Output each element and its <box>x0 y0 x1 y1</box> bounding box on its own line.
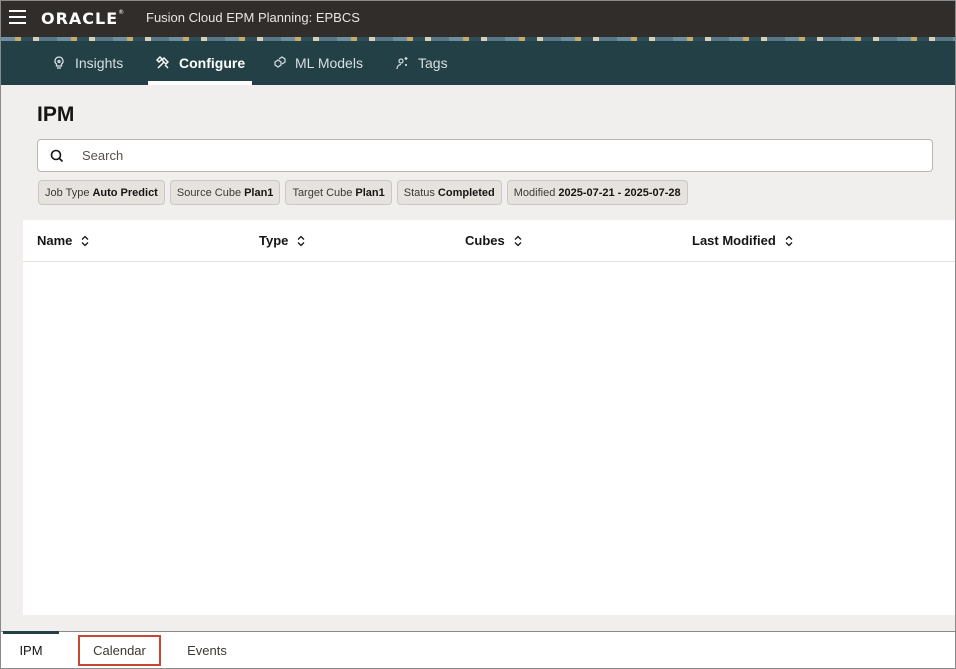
bottom-tab-bar: IPM Calendar Events <box>1 631 955 668</box>
main-nav: Insights Configure ML Models Tags <box>1 41 955 85</box>
filter-chip-source-cube[interactable]: Source Cube Plan1 <box>169 180 281 205</box>
column-label: Cubes <box>465 233 505 248</box>
chip-value: 2025-07-21 - 2025-07-28 <box>558 186 681 199</box>
chip-value: Completed <box>437 186 495 199</box>
bottom-tab-calendar[interactable]: Calendar <box>78 635 161 666</box>
chip-key: Status <box>403 186 435 199</box>
results-table: Name Type Cubes Last Modified <box>23 220 955 615</box>
tab-configure[interactable]: Configure <box>148 41 253 85</box>
column-label: Type <box>259 233 289 248</box>
filter-chip-modified[interactable]: Modified 2025-07-21 - 2025-07-28 <box>506 180 688 205</box>
chip-key: Target Cube <box>292 186 353 199</box>
column-header-cubes[interactable]: Cubes <box>465 233 523 248</box>
tab-label: ML Models <box>295 55 363 71</box>
tab-label: Events <box>187 643 227 658</box>
chip-value: Plan1 <box>244 186 274 199</box>
chip-value: Plan1 <box>355 186 385 199</box>
filter-chips: Job Type Auto Predict Source Cube Plan1 … <box>38 180 688 205</box>
tab-tags[interactable]: Tags <box>394 41 448 85</box>
sort-icon <box>297 235 305 246</box>
chip-value: Auto Predict <box>92 186 158 199</box>
search-input[interactable] <box>82 140 922 171</box>
footer-gutter <box>1 615 955 631</box>
sparkle-person-icon <box>396 57 408 70</box>
table-header: Name Type Cubes Last Modified <box>23 220 955 262</box>
sort-icon <box>81 235 89 246</box>
tab-label: Configure <box>179 55 246 71</box>
tab-label: IPM <box>19 643 43 658</box>
search-box[interactable] <box>37 139 933 172</box>
page-title: IPM <box>37 103 75 126</box>
filter-chip-status[interactable]: Status Completed <box>396 180 502 205</box>
filter-chip-job-type[interactable]: Job Type Auto Predict <box>38 180 165 205</box>
app-window: ORACLE® Fusion Cloud EPM Planning: EPBCS… <box>0 0 956 669</box>
tab-insights[interactable]: Insights <box>51 41 123 85</box>
column-header-name[interactable]: Name <box>37 233 90 248</box>
tab-ml-models[interactable]: ML Models <box>271 41 363 85</box>
tab-label: Insights <box>75 55 124 71</box>
tools-icon <box>156 56 169 69</box>
bottom-tab-events[interactable]: Events <box>179 632 235 668</box>
tab-label: Tags <box>418 55 448 71</box>
chip-key: Modified <box>513 186 556 199</box>
column-header-last-modified[interactable]: Last Modified <box>692 233 794 248</box>
cubes-icon <box>274 56 286 68</box>
sort-icon <box>514 235 522 246</box>
hamburger-menu-icon[interactable] <box>9 10 26 24</box>
left-gutter <box>1 220 23 615</box>
column-label: Last Modified <box>692 233 776 248</box>
app-title: Fusion Cloud EPM Planning: EPBCS <box>146 10 360 25</box>
bottom-tab-ipm[interactable]: IPM <box>3 631 59 668</box>
search-icon <box>50 149 64 163</box>
oracle-logo[interactable]: ORACLE® <box>41 9 125 28</box>
top-bar: ORACLE® Fusion Cloud EPM Planning: EPBCS <box>1 1 955 37</box>
sort-icon <box>785 235 793 246</box>
tab-label: Calendar <box>93 643 146 658</box>
column-header-type[interactable]: Type <box>259 233 306 248</box>
lightbulb-icon <box>54 56 64 69</box>
chip-key: Job Type <box>45 186 90 199</box>
column-label: Name <box>37 233 73 248</box>
filter-chip-target-cube[interactable]: Target Cube Plan1 <box>285 180 392 205</box>
chip-key: Source Cube <box>176 186 242 199</box>
